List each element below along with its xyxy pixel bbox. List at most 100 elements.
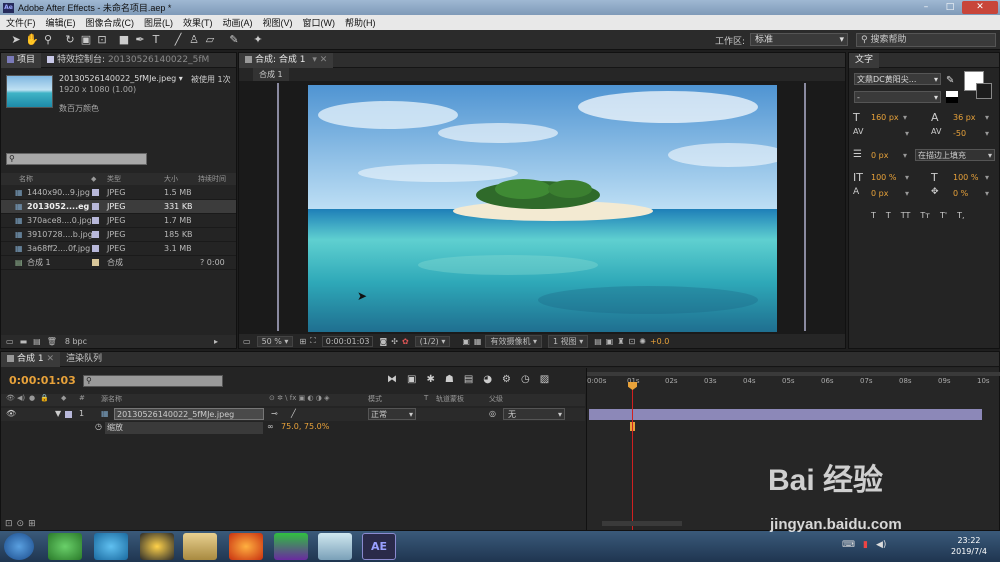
- menu-effect[interactable]: 效果(T): [183, 16, 213, 29]
- show-snapshot-icon[interactable]: ✣: [391, 337, 398, 346]
- col-mode[interactable]: 模式: [368, 394, 382, 404]
- comp-mini-flowchart-icon[interactable]: ⧓: [387, 374, 397, 385]
- zoom-slider[interactable]: [602, 521, 682, 526]
- zoom-tool-icon[interactable]: ⚲: [40, 32, 56, 48]
- table-row[interactable]: 👁 ▼ 1 ▦ 20130526140022_5fMJe.jpeg ⊸ ╱ 正常…: [1, 408, 585, 421]
- keyboard-icon[interactable]: ⌨: [842, 540, 855, 550]
- interpret-footage-icon[interactable]: ▭: [6, 337, 14, 346]
- file-explorer-icon[interactable]: [183, 533, 217, 560]
- list-item[interactable]: ▦ 1440x90...9.jpg JPEG 1.5 MB: [1, 186, 236, 200]
- project-search-input[interactable]: ⚲: [6, 153, 147, 165]
- col-name[interactable]: 名称: [19, 174, 33, 184]
- faux-bold-button[interactable]: T: [871, 211, 876, 220]
- tab-project[interactable]: 项目: [1, 52, 42, 68]
- chevron-down-icon[interactable]: ▾: [985, 129, 989, 138]
- list-item[interactable]: ▦ 3910728....b.jpg JPEG 185 KB: [1, 228, 236, 242]
- hand-tool-icon[interactable]: ✋: [24, 32, 40, 48]
- motion-blur-icon[interactable]: ◕: [483, 374, 492, 385]
- timeline-current-time[interactable]: 0:00:01:03: [9, 374, 76, 387]
- start-button[interactable]: [4, 533, 34, 560]
- horizontal-scale-value[interactable]: 100 %: [953, 173, 978, 182]
- help-search-input[interactable]: ⚲ 搜索帮助: [856, 33, 996, 47]
- channel-icon[interactable]: ✿: [402, 337, 409, 346]
- roto-brush-tool-icon[interactable]: ✎: [226, 32, 242, 48]
- layer-parent-select[interactable]: 无 ▾: [503, 408, 565, 420]
- transparency-grid-icon[interactable]: ▦: [474, 337, 482, 346]
- timeline-icon[interactable]: ♜: [617, 337, 624, 346]
- zoom-select[interactable]: 50 % ▾: [256, 335, 294, 347]
- lock-icon[interactable]: 🔒: [40, 394, 49, 402]
- layer-name[interactable]: 20130526140022_5fMJe.jpeg: [114, 408, 264, 420]
- all-caps-button[interactable]: TT: [901, 211, 911, 220]
- list-item[interactable]: ▤ 合成 1 合成 ? 0:00: [1, 256, 236, 270]
- eyedropper-icon[interactable]: ✎: [946, 75, 954, 86]
- menu-view[interactable]: 视图(V): [263, 16, 293, 29]
- close-button[interactable]: ✕: [962, 1, 998, 14]
- rectangle-tool-icon[interactable]: ■: [116, 32, 132, 48]
- maximize-button[interactable]: □: [938, 1, 962, 14]
- twirl-down-icon[interactable]: ▼: [55, 409, 61, 418]
- bit-depth-button[interactable]: 8 bpc: [65, 337, 87, 346]
- col-parent[interactable]: 父级: [489, 394, 503, 404]
- scale-property-value[interactable]: 75.0, 75.0%: [281, 422, 329, 431]
- vertical-scale-value[interactable]: 100 %: [871, 173, 896, 182]
- workspace-select[interactable]: 标准 ▾: [750, 33, 848, 46]
- flowchart-icon[interactable]: ⊡: [629, 337, 636, 346]
- audio-switch-icon[interactable]: ◀): [17, 394, 25, 402]
- draft-3d-icon[interactable]: ✱: [426, 374, 434, 385]
- pan-behind-tool-icon[interactable]: ⊡: [94, 32, 110, 48]
- resolution-select[interactable]: (1/2) ▾: [414, 335, 451, 347]
- eye-icon[interactable]: 👁: [6, 409, 16, 418]
- layer-mode-select[interactable]: 正常 ▾: [368, 408, 416, 420]
- exposure-value[interactable]: +0.0: [650, 337, 669, 346]
- pick-whip-icon[interactable]: ◎: [489, 409, 496, 418]
- app-icon[interactable]: [318, 533, 352, 560]
- col-track-matte[interactable]: 轨道蒙板: [436, 394, 464, 404]
- menu-layer[interactable]: 图层(L): [144, 16, 173, 29]
- menu-help[interactable]: 帮助(H): [345, 16, 376, 29]
- fast-previews-icon[interactable]: ▣: [606, 337, 614, 346]
- stopwatch-icon[interactable]: ◷: [95, 422, 102, 431]
- tsume-value[interactable]: 0 %: [953, 189, 968, 198]
- brainstorm-icon[interactable]: ⚙: [502, 374, 511, 385]
- chevron-down-icon[interactable]: ▾: [903, 151, 907, 160]
- type-tool-icon[interactable]: T: [148, 32, 164, 48]
- list-item[interactable]: ▦ 3a68ff2....0f.jpg JPEG 3.1 MB: [1, 242, 236, 256]
- black-swatch[interactable]: [946, 97, 958, 103]
- shy-switch-icon[interactable]: ⊸: [271, 409, 278, 418]
- snapshot-icon[interactable]: ◙: [379, 337, 387, 346]
- col-size[interactable]: 大小: [164, 174, 178, 184]
- chevron-down-icon[interactable]: ▾: [985, 113, 989, 122]
- scroll-right-icon[interactable]: ▸: [214, 337, 218, 346]
- menu-composition[interactable]: 图像合成(C): [86, 16, 135, 29]
- firefox-icon[interactable]: [229, 533, 263, 560]
- region-of-interest-icon[interactable]: ▣: [462, 337, 470, 346]
- baseline-shift-value[interactable]: 0 px: [871, 189, 888, 198]
- in-out-toggle-icon[interactable]: ⊞: [28, 519, 36, 529]
- current-time-display[interactable]: 0:00:01:03: [321, 335, 374, 347]
- system-clock[interactable]: 23:22 2019/7/4: [944, 535, 994, 557]
- qq-icon[interactable]: [140, 533, 174, 560]
- chevron-down-icon[interactable]: ▾: [905, 173, 909, 182]
- tab-comp-1[interactable]: 合成 1: [253, 68, 289, 81]
- tab-composition[interactable]: 合成: 合成 1 ▾ ✕: [239, 52, 334, 68]
- after-effects-taskbar-button[interactable]: AE: [362, 533, 396, 560]
- layer-duration-bar[interactable]: [589, 409, 982, 420]
- title-safe-icon[interactable]: ⊞: [299, 337, 306, 346]
- pen-tool-icon[interactable]: ✒: [132, 32, 148, 48]
- menu-file[interactable]: 文件(F): [6, 16, 36, 29]
- views-select[interactable]: 1 视图 ▾: [548, 334, 589, 348]
- stroke-mode-select[interactable]: 在描边上填充 ▾: [915, 149, 995, 161]
- leading-value[interactable]: 36 px: [953, 113, 976, 122]
- composition-viewer[interactable]: [308, 85, 777, 332]
- rotate-tool-icon[interactable]: ↻: [62, 32, 78, 48]
- transfer-controls-toggle-icon[interactable]: ⊙: [17, 519, 25, 529]
- frame-blending-icon[interactable]: ▤: [464, 374, 473, 385]
- new-folder-icon[interactable]: ▬: [20, 337, 28, 346]
- camera-select[interactable]: 有效摄像机 ▾: [485, 334, 543, 348]
- work-area-bar[interactable]: [587, 372, 1000, 376]
- eraser-tool-icon[interactable]: ▱: [202, 32, 218, 48]
- constrain-proportions-icon[interactable]: ∞: [267, 422, 274, 431]
- col-duration[interactable]: 持续时间: [198, 174, 226, 184]
- new-composition-icon[interactable]: ▤: [33, 337, 41, 346]
